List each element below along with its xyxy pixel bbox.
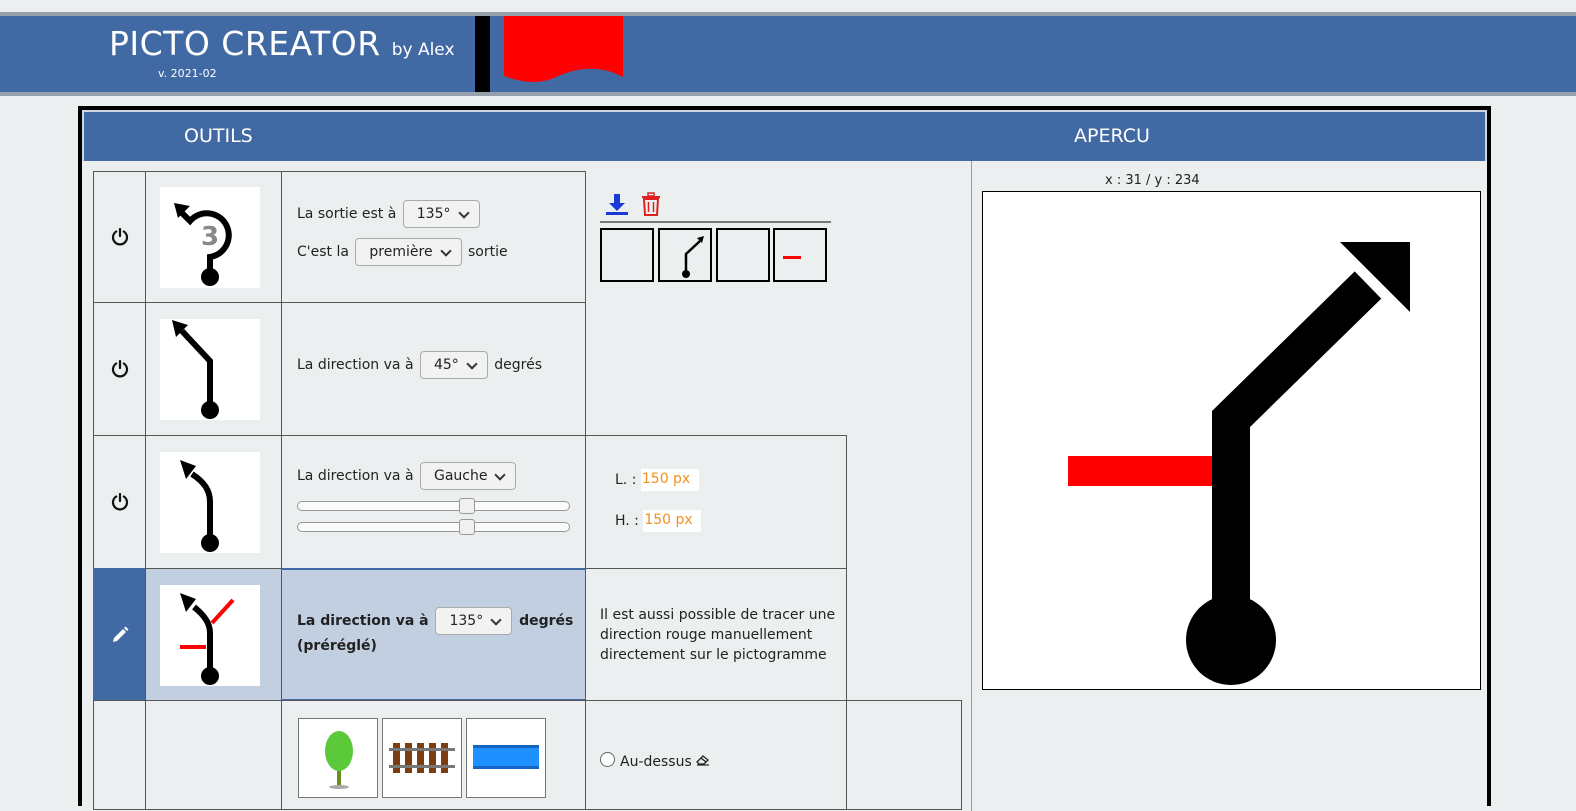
trash-icon[interactable] bbox=[641, 192, 661, 216]
power-icon[interactable] bbox=[110, 227, 130, 247]
flag-pole bbox=[475, 16, 490, 92]
download-icon[interactable] bbox=[604, 193, 630, 217]
roundabout-exit-thumbnail[interactable]: 3 bbox=[160, 187, 260, 288]
power-icon[interactable] bbox=[110, 492, 130, 512]
curve-left-thumbnail[interactable] bbox=[160, 452, 260, 553]
row2-preview-cell[interactable] bbox=[145, 302, 282, 436]
row4-preview-cell[interactable] bbox=[145, 568, 282, 701]
row3-options: La direction va à Gauche bbox=[281, 435, 586, 569]
row1-toggle[interactable] bbox=[93, 171, 146, 303]
above-label: Au-dessus bbox=[620, 754, 710, 770]
curve-slider-2[interactable] bbox=[297, 519, 570, 535]
tree-image[interactable] bbox=[298, 718, 378, 798]
height-input[interactable]: 150 px bbox=[643, 510, 702, 532]
row4-edit[interactable] bbox=[93, 568, 146, 701]
row5-preview-cell bbox=[145, 700, 282, 810]
manual-draw-hint: Il est aussi possible de tracer une dire… bbox=[600, 607, 836, 663]
top-stripe bbox=[0, 0, 1576, 12]
preview-canvas[interactable] bbox=[982, 191, 1481, 690]
tools-heading: OUTILS bbox=[184, 125, 253, 147]
row1-line1: La sortie est à 135° bbox=[297, 200, 482, 228]
app-version: v. 2021-02 bbox=[158, 67, 217, 80]
power-icon[interactable] bbox=[110, 359, 130, 379]
current-picto-icon bbox=[180, 593, 235, 685]
row5-toggle bbox=[93, 700, 146, 810]
river-image[interactable] bbox=[466, 718, 546, 798]
red-line-icon bbox=[783, 256, 801, 259]
row3-line: La direction va à Gauche bbox=[297, 462, 518, 490]
app-header: PICTO CREATOR by Alex v. 2021-02 bbox=[0, 12, 1576, 96]
preset-angle-select[interactable]: 135° bbox=[435, 607, 513, 635]
width-input[interactable]: 150 px bbox=[640, 469, 699, 491]
roundabout-number: 3 bbox=[201, 222, 219, 252]
row1-line2: C'est la première sortie bbox=[297, 238, 508, 266]
history-slot[interactable] bbox=[716, 228, 770, 282]
app-title: PICTO CREATOR by Alex bbox=[109, 24, 455, 63]
height-field-row: H. : 150 px bbox=[615, 510, 702, 532]
size-options: L. : 150 px H. : 150 px bbox=[585, 435, 847, 569]
row2-toggle[interactable] bbox=[93, 302, 146, 436]
direction-side-select[interactable]: Gauche bbox=[419, 462, 517, 490]
direction-thumb-icon bbox=[682, 236, 704, 278]
preview-picto bbox=[1068, 242, 1410, 685]
toolbar-divider bbox=[600, 221, 831, 223]
exit-angle-select[interactable]: 135° bbox=[402, 200, 480, 228]
above-radio[interactable] bbox=[600, 752, 615, 767]
row4-options: La direction va à 135° degrés (préréglé) bbox=[281, 568, 586, 701]
curve-slider-1[interactable] bbox=[297, 498, 570, 514]
history-slot[interactable] bbox=[773, 228, 827, 282]
preview-heading: APERCU bbox=[1074, 125, 1150, 147]
row1-options: La sortie est à 135° C'est la première s… bbox=[281, 171, 586, 303]
cursor-coordinates: x : 31 / y : 234 bbox=[1105, 173, 1200, 188]
straight-direction-thumbnail[interactable] bbox=[160, 319, 260, 420]
history-slot[interactable] bbox=[658, 228, 712, 282]
row3-toggle[interactable] bbox=[93, 435, 146, 569]
exit-order-select[interactable]: première bbox=[355, 238, 462, 266]
preset-note: (préréglé) bbox=[297, 638, 377, 654]
railway-image[interactable] bbox=[382, 718, 462, 798]
slider-thumb[interactable] bbox=[459, 519, 475, 535]
direction-45-icon bbox=[172, 320, 219, 419]
current-picto-thumbnail[interactable] bbox=[160, 585, 260, 686]
eraser-icon bbox=[696, 755, 710, 766]
width-field-row: L. : 150 px bbox=[615, 469, 699, 491]
row1-preview-cell[interactable]: 3 bbox=[145, 171, 282, 303]
roundabout-icon: 3 bbox=[174, 203, 232, 286]
railway-icon bbox=[389, 743, 455, 773]
frame-header: OUTILS APERCU bbox=[82, 110, 1487, 161]
row5-extra bbox=[846, 700, 962, 810]
slider-thumb[interactable] bbox=[459, 498, 475, 514]
row2-options: La direction va à 45° degrés bbox=[281, 302, 586, 436]
curve-left-icon bbox=[180, 460, 219, 552]
panel-divider bbox=[971, 161, 972, 811]
pencil-icon[interactable] bbox=[110, 625, 130, 645]
row3-preview-cell[interactable] bbox=[145, 435, 282, 569]
row4-line: La direction va à 135° degrés bbox=[297, 607, 573, 635]
direction-angle-select[interactable]: 45° bbox=[419, 351, 488, 379]
tree-icon bbox=[325, 731, 353, 789]
flag-icon bbox=[504, 16, 623, 82]
river-icon bbox=[473, 745, 539, 769]
app-author: by Alex bbox=[391, 40, 455, 60]
history-slot[interactable] bbox=[600, 228, 654, 282]
row2-line: La direction va à 45° degrés bbox=[297, 351, 542, 379]
